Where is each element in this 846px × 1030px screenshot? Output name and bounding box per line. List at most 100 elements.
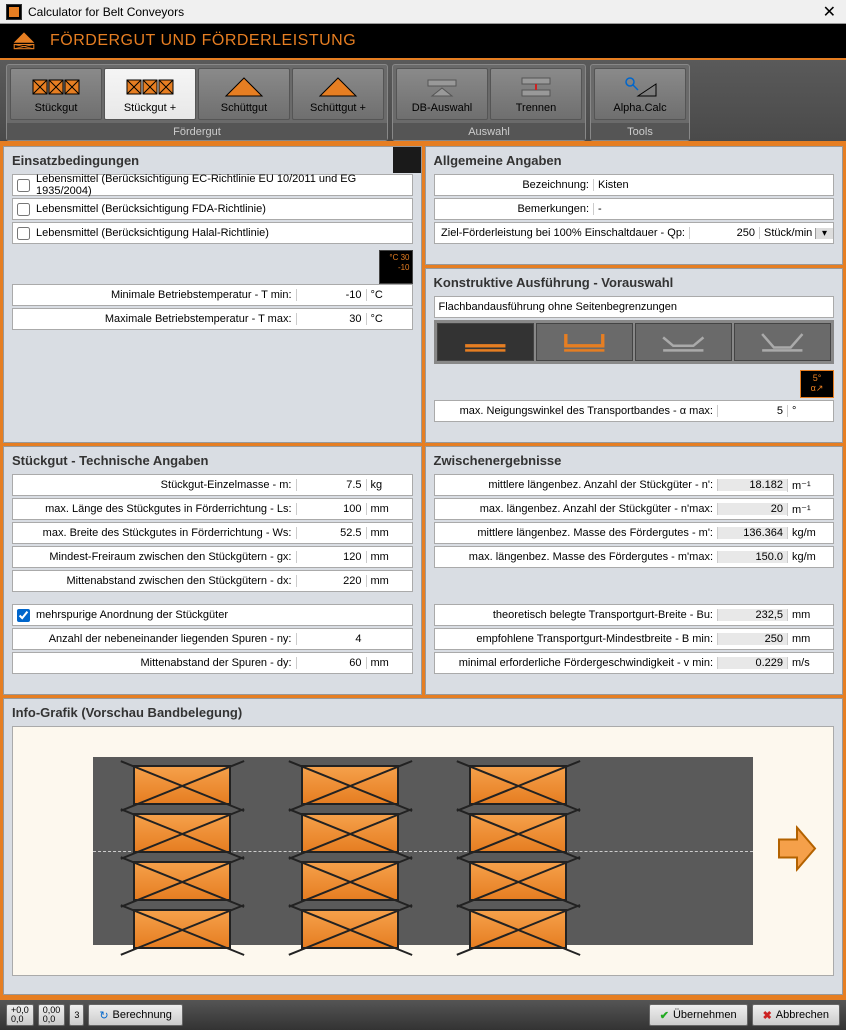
info-canvas [12, 726, 834, 976]
apply-button[interactable]: ✔Übernehmen [649, 1004, 748, 1026]
cancel-icon: ✖ [763, 1009, 772, 1022]
banner-subtitle: FÖRDERGUT UND FÖRDERLEISTUNG [50, 32, 356, 50]
direction-arrow-icon [777, 826, 817, 877]
ribbon-group-tools: Alpha.Calc Tools [590, 64, 690, 141]
checkbox[interactable] [17, 203, 30, 216]
precision-inc-button[interactable]: +0,0 0,0 [6, 1004, 34, 1026]
ribbon-btn-trennen[interactable]: Trennen [490, 68, 582, 120]
boxes-icon [31, 74, 81, 100]
row-bemerkungen: Bemerkungen: - [434, 198, 835, 220]
piece-box [469, 765, 567, 805]
label: Anzahl der nebeneinander liegenden Spure… [13, 633, 296, 645]
value-readonly: 0.229 [717, 657, 787, 669]
input-bemerkungen[interactable]: - [593, 203, 833, 215]
calculate-button[interactable]: ↻Berechnung [88, 1004, 183, 1026]
data-row: mittlere längenbez. Masse des Fördergute… [434, 522, 835, 544]
ribbon-btn-stueckgut[interactable]: Stückgut [10, 68, 102, 120]
row-lebensmittel-halal[interactable]: Lebensmittel (Berücksichtigung Halal-Ric… [12, 222, 413, 244]
panel-konstruktive-ausfuehrung: Konstruktive Ausführung - Vorauswahl Fla… [425, 268, 844, 443]
unit: mm [366, 657, 412, 669]
precision-dec-button[interactable]: 0,00 0,0 [38, 1004, 66, 1026]
ribbon-btn-schuettgut-plus[interactable]: Schüttgut + [292, 68, 384, 120]
value-readonly: 20 [717, 503, 787, 515]
data-row: Mittenabstand zwischen den Stückgütern -… [12, 570, 413, 592]
input-tmin[interactable]: -10 [296, 289, 366, 301]
ribbon-btn-stueckgut-plus[interactable]: Stückgut + [104, 68, 196, 120]
cancel-button[interactable]: ✖Abbrechen [752, 1004, 840, 1026]
label: max. längenbez. Masse des Fördergutes - … [435, 551, 718, 563]
label: max. Neigungswinkel des Transportbandes … [435, 405, 718, 417]
label: Stückgut-Einzelmasse - m: [13, 479, 296, 491]
unit: Stück/min [759, 227, 815, 239]
value-input[interactable]: 60 [296, 657, 366, 669]
checkbox[interactable] [17, 179, 30, 192]
piece-box [133, 813, 231, 853]
label: Lebensmittel (Berücksichtigung Halal-Ric… [36, 227, 269, 239]
banner: FÖRDERGUT UND FÖRDERLEISTUNG [0, 24, 846, 58]
ribbon-btn-db-auswahl[interactable]: DB-Auswahl [396, 68, 488, 120]
disconnect-icon [516, 74, 556, 100]
close-button[interactable]: ✕ [819, 2, 840, 22]
panel-title: Info-Grafik (Vorschau Bandbelegung) [12, 705, 834, 720]
ribbon-btn-schuettgut[interactable]: Schüttgut [198, 68, 290, 120]
digits-field[interactable]: 3 [69, 1004, 84, 1026]
data-row: mittlere längenbez. Anzahl der Stückgüte… [434, 474, 835, 496]
panel-title: Stückgut - Technische Angaben [12, 453, 413, 468]
label: empfohlene Transportgurt-Mindestbreite -… [435, 633, 718, 645]
window-title: Calculator for Belt Conveyors [28, 5, 819, 19]
select-ausfuehrung[interactable]: Flachbandausführung ohne Seitenbegrenzun… [434, 296, 835, 318]
data-row: max. längenbez. Anzahl der Stückgüter - … [434, 498, 835, 520]
konstr-opt-trough-deep[interactable] [734, 323, 831, 361]
checkbox-mehrspurig[interactable] [17, 609, 30, 622]
label: Minimale Betriebstemperatur - T min: [13, 289, 296, 301]
ribbon-btn-alpha-calc[interactable]: Alpha.Calc [594, 68, 686, 120]
panel-title: Einsatzbedingungen [12, 153, 413, 168]
value-input[interactable]: 120 [296, 551, 366, 563]
input-ziel[interactable]: 250 [689, 227, 759, 239]
row-ziel-foerderleistung: Ziel-Förderleistung bei 100% Einschaltda… [434, 222, 835, 244]
unit: °C [366, 289, 412, 301]
value-input[interactable]: 7.5 [296, 479, 366, 491]
value-input[interactable]: 220 [296, 575, 366, 587]
data-row: max. Länge des Stückgutes in Förderricht… [12, 498, 413, 520]
dropdown-button[interactable]: ▾ [815, 228, 833, 239]
data-row: Mindest-Freiraum zwischen den Stückgüter… [12, 546, 413, 568]
piece-box [133, 861, 231, 901]
konstr-opt-flat[interactable] [437, 323, 534, 361]
label: max. längenbez. Anzahl der Stückgüter - … [435, 503, 718, 515]
input-angle[interactable]: 5 [717, 405, 787, 417]
value-input[interactable]: 100 [296, 503, 366, 515]
angle-badge: 5°α↗ [800, 370, 834, 398]
row-bezeichnung: Bezeichnung: Kisten [434, 174, 835, 196]
app-icon [6, 4, 22, 20]
konstr-opt-sidewall[interactable] [536, 323, 633, 361]
alpha-calc-icon [620, 74, 660, 100]
checkbox[interactable] [17, 227, 30, 240]
temperature-badge: °C 30-10 [379, 250, 413, 284]
check-icon: ✔ [660, 1009, 669, 1022]
konstr-opt-trough-slight[interactable] [635, 323, 732, 361]
input-bezeichnung[interactable]: Kisten [593, 179, 833, 191]
panel-zwischenergebnisse: Zwischenergebnisse mittlere längenbez. A… [425, 446, 844, 695]
row-lebensmittel-fda[interactable]: Lebensmittel (Berücksichtigung FDA-Richt… [12, 198, 413, 220]
input-tmax[interactable]: 30 [296, 313, 366, 325]
row-mehrspurig[interactable]: mehrspurige Anordnung der Stückgüter [12, 604, 413, 626]
data-row: max. Breite des Stückgutes in Förderrich… [12, 522, 413, 544]
data-row: theoretisch belegte Transportgurt-Breite… [434, 604, 835, 626]
unit: mm [366, 527, 412, 539]
dark-corner-tab [393, 147, 421, 173]
pile-plus-icon [316, 74, 360, 100]
piece-box [301, 861, 399, 901]
label: mehrspurige Anordnung der Stückgüter [36, 609, 228, 621]
footer-bar: +0,0 0,0 0,00 0,0 3 ↻Berechnung ✔Überneh… [0, 998, 846, 1030]
value-input[interactable]: 4 [296, 633, 366, 645]
value-input[interactable]: 52.5 [296, 527, 366, 539]
data-row: Anzahl der nebeneinander liegenden Spure… [12, 628, 413, 650]
ribbon-toolbar: Stückgut Stückgut + Schüttgut Schüttgut … [0, 58, 846, 143]
label: Ziel-Förderleistung bei 100% Einschaltda… [435, 227, 690, 239]
ribbon-group-label: Auswahl [393, 123, 585, 140]
ribbon-group-foerdergut: Stückgut Stückgut + Schüttgut Schüttgut … [6, 64, 388, 141]
row-lebensmittel-ec[interactable]: Lebensmittel (Berücksichtigung EC-Richtl… [12, 174, 413, 196]
label: Bemerkungen: [435, 203, 594, 215]
db-select-icon [422, 74, 462, 100]
